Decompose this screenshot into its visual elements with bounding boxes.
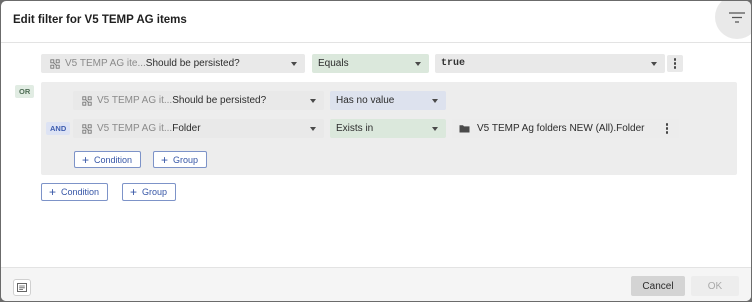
grid-link-icon (82, 123, 92, 134)
property-name: Should be persisted? (172, 95, 267, 106)
property-name: Should be persisted? (145, 58, 240, 69)
operator-label: Has no value (336, 95, 395, 106)
operator-label: Exists in (336, 123, 374, 134)
or-logic-badge[interactable]: OR (15, 85, 35, 98)
caret-down-icon (415, 62, 421, 66)
add-group-button[interactable]: + Group (122, 183, 177, 201)
condition-more-button[interactable] (659, 120, 675, 137)
property-name: Folder (172, 123, 201, 134)
folder-value-field[interactable]: V5 TEMP Ag folders NEW (All).Folder (452, 119, 679, 138)
group-operator-select[interactable]: Exists in (330, 119, 446, 138)
add-condition-label: Condition (94, 154, 133, 165)
dialog-footer: Cancel OK (1, 267, 751, 301)
cancel-button[interactable]: Cancel (631, 276, 685, 296)
plus-icon: + (82, 152, 90, 167)
caret-down-icon (310, 127, 316, 131)
add-group-label: Group (173, 154, 199, 165)
notes-button[interactable] (13, 279, 31, 296)
edit-filter-dialog: Edit filter for V5 TEMP AG items V5 TEMP… (1, 1, 751, 301)
caret-down-icon (651, 62, 657, 66)
grid-link-icon (82, 95, 92, 106)
property-select[interactable]: V5 TEMP AG ite... Should be persisted? (41, 54, 305, 73)
caret-down-icon (432, 99, 438, 103)
property-source: V5 TEMP AG it... (97, 123, 173, 134)
folder-icon (459, 125, 470, 133)
condition-more-button[interactable] (667, 55, 683, 72)
operator-select[interactable]: Equals (312, 54, 429, 73)
and-logic-badge[interactable]: AND (46, 122, 71, 135)
group-add-condition-button[interactable]: + Condition (74, 151, 142, 168)
filter-lines-icon (729, 12, 745, 23)
caret-down-icon (432, 127, 438, 131)
add-condition-button[interactable]: + Condition (41, 183, 109, 201)
operator-label: Equals (318, 58, 349, 69)
add-group-label: Group (142, 187, 168, 197)
value-select[interactable]: true (435, 54, 665, 73)
group-operator-select[interactable]: Has no value (330, 91, 446, 110)
filter-icon-button[interactable] (715, 1, 751, 39)
plus-icon: + (161, 152, 169, 167)
plus-icon: + (49, 185, 57, 199)
folder-value-label: V5 TEMP Ag folders NEW (All).Folder (477, 123, 645, 134)
value-label: true (441, 58, 466, 69)
caret-down-icon (310, 99, 316, 103)
property-source: V5 TEMP AG it... (97, 95, 173, 106)
group-property-select[interactable]: V5 TEMP AG it... Folder (73, 119, 324, 138)
notes-icon (17, 283, 27, 292)
property-source: V5 TEMP AG ite... (65, 58, 146, 69)
group-add-group-button[interactable]: + Group (153, 151, 208, 168)
dialog-header: Edit filter for V5 TEMP AG items (1, 1, 751, 43)
plus-icon: + (130, 185, 138, 199)
add-condition-label: Condition (61, 187, 100, 197)
ok-button[interactable]: OK (691, 276, 739, 296)
group-property-select[interactable]: V5 TEMP AG it... Should be persisted? (73, 91, 324, 110)
grid-link-icon (50, 58, 60, 69)
caret-down-icon (291, 62, 297, 66)
dialog-title: Edit filter for V5 TEMP AG items (13, 14, 187, 26)
